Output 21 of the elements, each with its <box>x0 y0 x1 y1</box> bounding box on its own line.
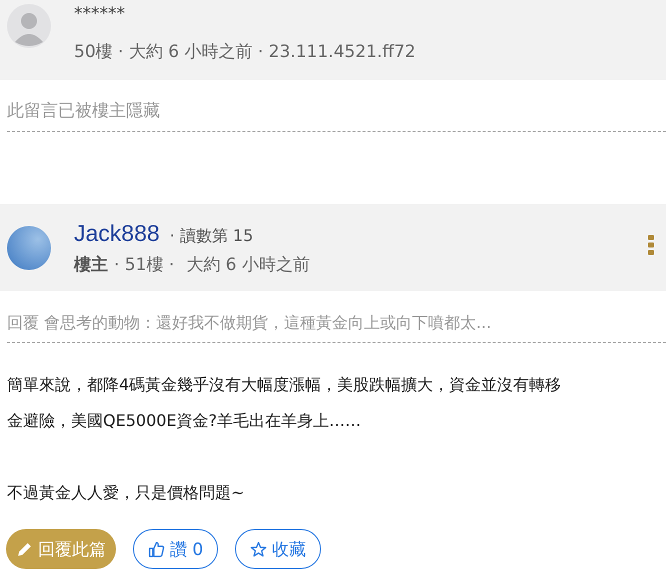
like-button[interactable]: 讚 0 <box>133 529 218 569</box>
avatar-icon <box>7 226 51 270</box>
hidden-notice: 此留言已被樓主隱藏 <box>6 100 161 122</box>
post-meta: 50樓 · 大約 6 小時之前 · 23.111.4521.ff72 <box>74 41 416 63</box>
post-time: 大約 6 小時之前 <box>186 254 310 276</box>
floor-number: · 51樓 · <box>114 254 174 276</box>
avatar-icon <box>7 4 51 48</box>
post-text: 不過黃金人人愛，只是價格問題~ <box>7 482 246 504</box>
read-count: · 讀數第 15 <box>170 226 254 246</box>
reply-button[interactable]: 回覆此篇 <box>6 529 116 569</box>
post-text: 簡單來說，都降4碼黃金幾乎沒有大幅度漲幅，美股跌幅擴大，資金並沒有轉移 <box>7 374 562 396</box>
author-name: ****** <box>74 4 126 24</box>
thumbs-up-icon <box>148 540 165 558</box>
reply-quote: 回覆 會思考的動物：還好我不做期貨，這種黃金向上或向下噴都太... <box>6 312 492 333</box>
author-role: 樓主 <box>74 254 108 276</box>
more-menu-icon[interactable] <box>648 235 654 255</box>
author-link[interactable]: Jack888 <box>74 220 160 246</box>
star-icon <box>250 540 268 558</box>
pencil-icon <box>16 540 33 558</box>
post-text: 金避險，美國QE5000E資金?羊毛出在羊身上…… <box>7 410 362 432</box>
bookmark-button[interactable]: 收藏 <box>235 529 322 569</box>
